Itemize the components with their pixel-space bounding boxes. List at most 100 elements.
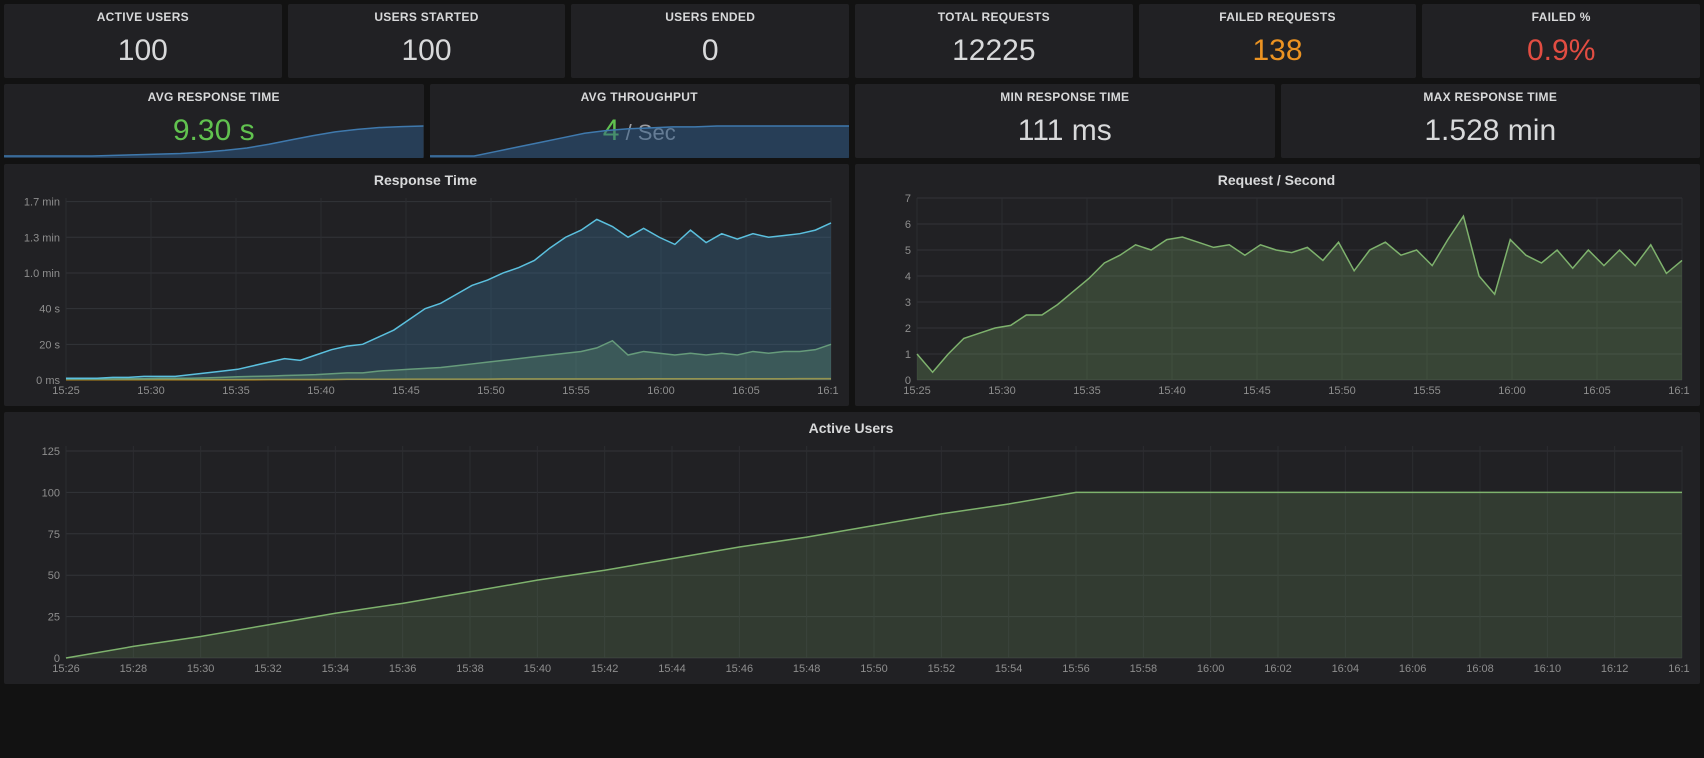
- chart-svg[interactable]: 0 ms20 s40 s1.0 min1.3 min1.7 min15:2515…: [12, 192, 839, 402]
- stat-title: ACTIVE USERS: [97, 10, 189, 24]
- svg-text:2: 2: [905, 323, 911, 335]
- stat-panel[interactable]: AVG RESPONSE TIME9.30 s: [4, 84, 424, 158]
- svg-text:16:02: 16:02: [1264, 663, 1292, 675]
- svg-text:16:14: 16:14: [1668, 663, 1690, 675]
- stat-title: FAILED REQUESTS: [1219, 10, 1336, 24]
- svg-text:16:00: 16:00: [647, 385, 675, 397]
- stat-title: FAILED %: [1532, 10, 1591, 24]
- charts-row-2: Active Users 025507510012515:2615:2815:3…: [4, 412, 1700, 684]
- stats-mid-row: AVG RESPONSE TIME9.30 sAVG THROUGHPUT4 /…: [4, 84, 1700, 158]
- stat-panel[interactable]: TOTAL REQUESTS 12225: [855, 4, 1133, 78]
- stat-title: MIN RESPONSE TIME: [1000, 90, 1129, 104]
- stat-value: 0.9%: [1527, 34, 1595, 68]
- chart-title: Active Users: [12, 420, 1690, 436]
- svg-text:1.0 min: 1.0 min: [24, 268, 60, 280]
- stat-panel[interactable]: AVG THROUGHPUT4 / Sec: [430, 84, 850, 158]
- svg-text:125: 125: [42, 446, 60, 458]
- stat-value: 111 ms: [1018, 114, 1112, 148]
- chart-title: Response Time: [12, 172, 839, 188]
- request-per-second-panel[interactable]: Request / Second 0123456715:2515:3015:35…: [855, 164, 1700, 406]
- stat-value: 0: [702, 34, 719, 68]
- stat-title: AVG RESPONSE TIME: [148, 90, 280, 104]
- stat-value: 100: [118, 34, 168, 68]
- svg-text:15:52: 15:52: [928, 663, 956, 675]
- stat-panel[interactable]: FAILED % 0.9%: [1422, 4, 1700, 78]
- svg-text:15:42: 15:42: [591, 663, 619, 675]
- svg-text:15:55: 15:55: [1413, 385, 1441, 397]
- svg-text:16:00: 16:00: [1197, 663, 1225, 675]
- svg-text:4: 4: [905, 271, 911, 283]
- svg-text:16:10: 16:10: [1668, 385, 1690, 397]
- stat-title: USERS ENDED: [665, 10, 755, 24]
- svg-text:16:12: 16:12: [1601, 663, 1629, 675]
- svg-text:25: 25: [48, 612, 60, 624]
- stat-panel[interactable]: MAX RESPONSE TIME 1.528 min: [1281, 84, 1701, 158]
- svg-text:16:05: 16:05: [732, 385, 760, 397]
- svg-text:16:05: 16:05: [1583, 385, 1611, 397]
- svg-text:15:25: 15:25: [903, 385, 931, 397]
- svg-text:15:44: 15:44: [658, 663, 686, 675]
- svg-text:15:36: 15:36: [389, 663, 417, 675]
- stat-title: TOTAL REQUESTS: [938, 10, 1050, 24]
- svg-text:7: 7: [905, 193, 911, 205]
- svg-text:16:06: 16:06: [1399, 663, 1427, 675]
- stat-value: 12225: [952, 34, 1035, 68]
- response-time-panel[interactable]: Response Time 0 ms20 s40 s1.0 min1.3 min…: [4, 164, 849, 406]
- chart-title: Request / Second: [863, 172, 1690, 188]
- svg-text:16:00: 16:00: [1498, 385, 1526, 397]
- svg-text:15:46: 15:46: [726, 663, 754, 675]
- svg-text:15:26: 15:26: [52, 663, 80, 675]
- chart-svg[interactable]: 0123456715:2515:3015:3515:4015:4515:5015…: [863, 192, 1690, 402]
- stat-panel[interactable]: MIN RESPONSE TIME 111 ms: [855, 84, 1275, 158]
- svg-text:16:04: 16:04: [1332, 663, 1360, 675]
- stat-value: 1.528 min: [1424, 114, 1556, 148]
- svg-text:15:30: 15:30: [988, 385, 1016, 397]
- stat-panel[interactable]: ACTIVE USERS 100: [4, 4, 282, 78]
- svg-text:15:38: 15:38: [456, 663, 484, 675]
- stat-panel[interactable]: FAILED REQUESTS 138: [1139, 4, 1417, 78]
- svg-text:50: 50: [48, 570, 60, 582]
- svg-text:15:30: 15:30: [187, 663, 215, 675]
- svg-text:1.3 min: 1.3 min: [24, 232, 60, 244]
- svg-text:15:45: 15:45: [392, 385, 420, 397]
- svg-text:15:56: 15:56: [1062, 663, 1090, 675]
- svg-text:40 s: 40 s: [39, 304, 60, 316]
- svg-text:15:40: 15:40: [524, 663, 552, 675]
- svg-text:16:10: 16:10: [817, 385, 839, 397]
- stat-title: MAX RESPONSE TIME: [1423, 90, 1557, 104]
- stats-top-row: ACTIVE USERS 100 USERS STARTED 100 USERS END…: [4, 4, 1700, 78]
- svg-text:75: 75: [48, 529, 60, 541]
- stat-title: USERS STARTED: [374, 10, 478, 24]
- svg-text:20 s: 20 s: [39, 339, 60, 351]
- stat-panel[interactable]: USERS ENDED 0: [571, 4, 849, 78]
- svg-text:15:40: 15:40: [307, 385, 335, 397]
- svg-text:15:54: 15:54: [995, 663, 1023, 675]
- svg-text:15:30: 15:30: [137, 385, 165, 397]
- svg-text:15:50: 15:50: [477, 385, 505, 397]
- active-users-panel[interactable]: Active Users 025507510012515:2615:2815:3…: [4, 412, 1700, 684]
- stat-value: 138: [1252, 34, 1302, 68]
- svg-text:15:45: 15:45: [1243, 385, 1271, 397]
- svg-text:15:32: 15:32: [254, 663, 282, 675]
- svg-text:15:55: 15:55: [562, 385, 590, 397]
- stat-value: 100: [401, 34, 451, 68]
- svg-text:15:25: 15:25: [52, 385, 80, 397]
- stat-title: AVG THROUGHPUT: [581, 90, 698, 104]
- svg-text:15:35: 15:35: [222, 385, 250, 397]
- svg-text:15:35: 15:35: [1073, 385, 1101, 397]
- svg-text:5: 5: [905, 245, 911, 257]
- sparkline: [4, 120, 424, 158]
- svg-text:15:48: 15:48: [793, 663, 821, 675]
- svg-text:16:10: 16:10: [1534, 663, 1562, 675]
- stat-panel[interactable]: USERS STARTED 100: [288, 4, 566, 78]
- svg-text:15:28: 15:28: [120, 663, 148, 675]
- sparkline: [430, 120, 850, 158]
- svg-text:1.7 min: 1.7 min: [24, 197, 60, 209]
- charts-row-1: Response Time 0 ms20 s40 s1.0 min1.3 min…: [4, 164, 1700, 406]
- svg-text:6: 6: [905, 219, 911, 231]
- svg-text:15:34: 15:34: [322, 663, 350, 675]
- svg-text:100: 100: [42, 487, 60, 499]
- chart-svg[interactable]: 025507510012515:2615:2815:3015:3215:3415…: [12, 440, 1690, 680]
- svg-text:15:40: 15:40: [1158, 385, 1186, 397]
- svg-text:16:08: 16:08: [1466, 663, 1494, 675]
